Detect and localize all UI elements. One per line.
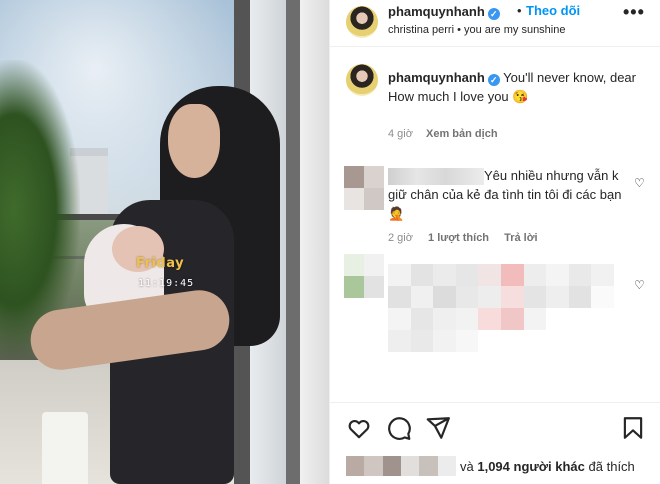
post-header: phamquynhanh ✓ • Theo dõi christina perri… [330, 0, 660, 47]
likes-prefix: và [460, 459, 474, 474]
verified-icon: ✓ [487, 8, 500, 20]
caption-username[interactable]: phamquynhanh ✓ [388, 70, 500, 86]
comment-blurred [388, 264, 614, 352]
caption-time[interactable]: 4 giờ [388, 128, 413, 140]
audio-link[interactable]: christina perri • you are my sunshine [388, 24, 565, 36]
share-icon[interactable] [425, 415, 451, 441]
author-username[interactable]: phamquynhanh ✓ [388, 4, 500, 20]
username-text[interactable]: phamquynhanh [388, 70, 485, 85]
author-avatar[interactable] [346, 6, 378, 38]
caption-meta: 4 giờ Xem bản dịch [388, 128, 498, 140]
door-frame [286, 0, 300, 484]
likes-summary: và 1,094 người khác đã thích [330, 454, 660, 484]
verified-icon: ✓ [487, 74, 500, 86]
comment-text: Yêu nhiều nhưng vẫn k giữ chân của kẻ đa… [388, 168, 622, 221]
likes-suffix: đã thích [588, 459, 635, 474]
username-text[interactable]: phamquynhanh [388, 4, 485, 19]
translate-button[interactable]: Xem bản dịch [426, 128, 498, 140]
reply-button[interactable]: Trả lời [504, 232, 538, 244]
commenter-avatar-blurred[interactable] [344, 166, 384, 210]
heart-icon[interactable] [346, 415, 372, 441]
caption-avatar[interactable] [346, 64, 378, 96]
caption-body: phamquynhanh ✓ You'll never know, dear Ho… [388, 68, 648, 106]
likes-count[interactable]: 1,094 người khác [477, 459, 585, 474]
post-actions [330, 402, 660, 455]
comment-heart-icon[interactable]: ♡ [634, 278, 645, 292]
photo-day-overlay: Friday [136, 256, 185, 271]
wall [300, 0, 329, 484]
comment-time[interactable]: 2 giờ [388, 232, 413, 244]
separator-dot: • [517, 3, 522, 18]
comment-heart-icon[interactable]: ♡ [634, 176, 645, 190]
comment-meta: 2 giờ 1 lượt thích Trả lời [388, 232, 538, 244]
likers-avatars-blurred[interactable] [346, 456, 456, 476]
post-photo[interactable]: Friday 11:19:45 [0, 0, 329, 484]
woman-face [168, 104, 220, 178]
follow-button[interactable]: Theo dõi [526, 3, 580, 18]
likes-text: và 1,094 người khác đã thích [460, 459, 635, 474]
post-side-panel: phamquynhanh ✓ • Theo dõi christina perri… [329, 0, 660, 484]
comment-likes[interactable]: 1 lượt thích [428, 232, 489, 244]
more-icon[interactable]: ••• [623, 2, 645, 23]
plant-pot [42, 412, 88, 484]
comment-icon[interactable] [386, 415, 412, 441]
commenter-avatar-blurred[interactable] [344, 254, 384, 298]
photo-time-overlay: 11:19:45 [138, 278, 195, 289]
bookmark-icon[interactable] [620, 415, 646, 441]
